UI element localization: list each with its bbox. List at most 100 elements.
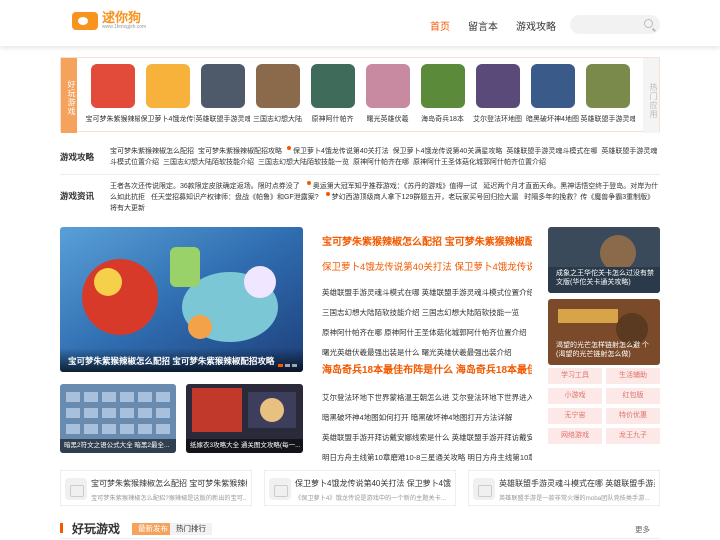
site-logo[interactable]: 逑你狗 www.1fenxgjsh.com bbox=[72, 11, 146, 30]
hot-game-name[interactable]: 保卫萝卜4饿龙传说第40关 bbox=[141, 114, 195, 124]
game-app-icon[interactable] bbox=[585, 64, 630, 108]
more-link[interactable]: 更多 bbox=[635, 524, 650, 535]
hot-game-name[interactable]: 暗黑破坏神4地图 bbox=[526, 114, 580, 124]
search-input[interactable] bbox=[570, 15, 660, 34]
game-app-icon[interactable] bbox=[255, 64, 300, 108]
thumb-card[interactable]: 纸嫁衣3攻略大全 通关图文攻略(每一... bbox=[186, 384, 303, 453]
banner-dot[interactable] bbox=[292, 364, 297, 367]
guide-link[interactable]: 宝可梦朱紫猴辣椒配招攻略 bbox=[198, 148, 282, 155]
side-feature[interactable]: 渴望的光芒怎样链射怎么避 个(渴望的光芒链射怎么做) bbox=[548, 299, 660, 365]
game-app-icon[interactable] bbox=[310, 64, 355, 108]
category-tag[interactable]: 学习工具 bbox=[548, 368, 602, 384]
guide-link[interactable]: 宝可梦朱紫猴辣椒怎么配招 bbox=[110, 148, 194, 155]
game-app-icon[interactable] bbox=[365, 64, 410, 108]
thumb-card[interactable]: 暗黑2符文之语公式大全 暗黑2最全... bbox=[60, 384, 176, 453]
news-link[interactable]: 王者各次还传说限定。36款限定皮肤确定返场。限时点券没了 bbox=[110, 183, 300, 190]
guide-row: 游戏攻略 宝可梦朱紫猴辣椒怎么配招 宝可梦朱紫猴辣椒配招攻略 保卫萝卜4饿龙传说第… bbox=[60, 143, 660, 175]
card-desc: 英雄联盟手游是一款非常火爆的moba团队竞技类手游... bbox=[499, 495, 650, 502]
banner-dot[interactable] bbox=[278, 364, 283, 367]
guide-link[interactable]: 三国志幻想大陆陌软技能介绍 bbox=[163, 159, 254, 166]
news-link[interactable]: 任天堂招募知识产权律师：盘战《帕鲁》和GF泄露案? bbox=[151, 194, 319, 201]
news-item[interactable]: 明日方舟主线第10章磨难10-8三星通关攻略 明日方舟主线第10章 bbox=[322, 448, 532, 468]
hot-game-name[interactable]: 曙光英雄伏羲 bbox=[361, 114, 415, 124]
news-item[interactable]: 英雄联盟手游开拜访戴安娜线索是什么 英雄联盟手游开拜访戴安娜线索 bbox=[322, 428, 532, 448]
hot-game-item[interactable]: 艾尔登法环地图 bbox=[470, 64, 525, 124]
news-headline[interactable]: 保卫萝卜4饿龙传说第40关打法 保卫萝卜4饿龙传说第40关满星攻略 bbox=[322, 261, 532, 275]
card-title[interactable]: 宝可梦朱紫猴辣椒怎么配招 宝可梦朱紫猴辣椒配招攻略 bbox=[91, 478, 247, 489]
image-placeholder-icon bbox=[269, 478, 291, 500]
hot-game-item[interactable]: 海岛奇兵18本 bbox=[415, 64, 470, 124]
news-link[interactable]: 梦幻西游顶级商人拿下129群题五开，老玩家买号回归捡大漏 bbox=[332, 194, 519, 201]
category-tag[interactable]: 特价优惠 bbox=[606, 408, 660, 424]
hot-game-item[interactable]: 原神阿什帕齐 bbox=[305, 64, 360, 124]
search-icon[interactable] bbox=[644, 19, 653, 28]
new-badge bbox=[287, 146, 291, 150]
guide-link[interactable]: 原神阿什王圣体菇化城郭阿什帕齐位置介绍 bbox=[413, 159, 546, 166]
hot-game-item[interactable]: 曙光英雄伏羲 bbox=[360, 64, 415, 124]
guide-link[interactable]: 英雄联盟手游灵魂斗模式在哪 bbox=[506, 148, 597, 155]
game-app-icon[interactable] bbox=[145, 64, 190, 108]
game-app-icon[interactable] bbox=[475, 64, 520, 108]
guide-link[interactable]: 原神阿什帕齐在哪 bbox=[353, 159, 409, 166]
news-item[interactable]: 曙光英雄伏羲最强出装是什么 曙光英雄伏羲最强出装介绍 bbox=[322, 343, 532, 363]
banner-dot[interactable] bbox=[285, 364, 290, 367]
guide-link[interactable]: 保卫萝卜4饿龙传说第40关满星攻略 bbox=[393, 148, 503, 155]
news-headline[interactable]: 海岛奇兵18本最佳布阵是什么 海岛奇兵18本最佳布阵推荐 bbox=[322, 364, 532, 378]
hot-game-name[interactable]: 原神阿什帕齐 bbox=[306, 114, 360, 124]
card-title[interactable]: 保卫萝卜4饿龙传说第40关打法 保卫萝卜4饿龙传说第40关满星攻略 bbox=[295, 478, 451, 489]
game-app-icon[interactable] bbox=[530, 64, 575, 108]
hot-game-item[interactable]: 暗黑破坏神4地图 bbox=[525, 64, 580, 124]
tab-hot[interactable]: 热门排行 bbox=[170, 523, 212, 535]
tab-latest[interactable]: 最新发布 bbox=[132, 523, 174, 535]
side-caption[interactable]: 渴望的光芒怎样链射怎么避 个(渴望的光芒链射怎么做) bbox=[556, 341, 654, 359]
hot-game-item[interactable]: 宝可梦朱紫猴辣椒怎么配招 bbox=[85, 64, 140, 124]
hot-game-name[interactable]: 英雄联盟手游灵魂 bbox=[581, 114, 635, 124]
thumb-caption[interactable]: 纸嫁衣3攻略大全 通关图文攻略(每一... bbox=[186, 439, 303, 453]
category-tag[interactable]: 龙王九子 bbox=[606, 428, 660, 444]
article-card[interactable]: 保卫萝卜4饿龙传说第40关打法 保卫萝卜4饿龙传说第40关满星攻略《保卫萝卜4》… bbox=[264, 470, 456, 506]
nav-home[interactable]: 首页 bbox=[430, 18, 450, 33]
featured-banner[interactable]: 宝可梦朱紫猴辣椒怎么配招 宝可梦朱紫猴辣椒配招攻略 bbox=[60, 227, 303, 372]
game-app-icon[interactable] bbox=[90, 64, 135, 108]
side-caption[interactable]: 成象之王华佗关卡怎么过没有禁文版(华佗关卡通关攻略) bbox=[556, 269, 654, 287]
hot-games-tab[interactable]: 好玩游戏 bbox=[61, 58, 77, 133]
nav-guides[interactable]: 游戏攻略 bbox=[516, 18, 556, 33]
hot-game-item[interactable]: 三国志幻想大陆 bbox=[250, 64, 305, 124]
hot-game-name[interactable]: 海岛奇兵18本 bbox=[416, 114, 470, 124]
category-tag[interactable]: 无宁宙 bbox=[548, 408, 602, 424]
game-app-icon[interactable] bbox=[200, 64, 245, 108]
hot-game-name[interactable]: 宝可梦朱紫猴辣椒怎么配招 bbox=[86, 114, 140, 124]
news-item[interactable]: 艾尔登法环地下世界蒙格温王朝怎么进 艾尔登法环地下世界进入方法 bbox=[322, 388, 532, 408]
hot-game-name[interactable]: 英雄联盟手游灵魂莲华 bbox=[196, 114, 250, 124]
category-tag[interactable]: 网络游戏 bbox=[548, 428, 602, 444]
hot-game-item[interactable]: 英雄联盟手游灵魂莲华 bbox=[195, 64, 250, 124]
article-card[interactable]: 英雄联盟手游灵魂斗模式在哪 英雄联盟手游灵魂斗模式位置介绍英雄联盟手游是一款非常… bbox=[468, 470, 660, 506]
news-list: 宝可梦朱紫猴辣椒怎么配招 宝可梦朱紫猴辣椒配招攻略 保卫萝卜4饿龙传说第40关打… bbox=[314, 227, 539, 465]
news-item[interactable]: 原神阿什帕齐在哪 原神阿什王圣体菇化城郭阿什帕齐位置介绍 bbox=[322, 323, 532, 343]
nav-guestbook[interactable]: 留言本 bbox=[468, 18, 498, 33]
thumb-caption[interactable]: 暗黑2符文之语公式大全 暗黑2最全... bbox=[60, 439, 176, 453]
article-cards: 宝可梦朱紫猴辣椒怎么配招 宝可梦朱紫猴辣椒配招攻略宝可梦朱紫猴辣椒怎么配招?猴辣… bbox=[60, 470, 660, 506]
news-item[interactable]: 英雄联盟手游灵魂斗模式在哪 英雄联盟手游灵魂斗模式位置介绍 bbox=[322, 283, 532, 303]
hot-game-name[interactable]: 三国志幻想大陆 bbox=[251, 114, 305, 124]
game-app-icon[interactable] bbox=[420, 64, 465, 108]
guide-link[interactable]: 三国志幻想大陆陌软技能一览 bbox=[258, 159, 349, 166]
hot-game-item[interactable]: 英雄联盟手游灵魂 bbox=[580, 64, 635, 124]
hot-apps-tab[interactable]: 热门应用 bbox=[643, 58, 659, 133]
hot-game-item[interactable]: 保卫萝卜4饿龙传说第40关 bbox=[140, 64, 195, 124]
card-desc: 《保卫萝卜4》饿龙传说是游戏中的一个新的主题关卡... bbox=[295, 495, 446, 502]
news-item[interactable]: 暗黑破坏神4地图如何打开 暗黑破坏神4地图打开方法详解 bbox=[322, 408, 532, 428]
side-feature[interactable]: 成象之王华佗关卡怎么过没有禁文版(华佗关卡通关攻略) bbox=[548, 227, 660, 293]
news-headline[interactable]: 宝可梦朱紫猴辣椒怎么配招 宝可梦朱紫猴辣椒配招攻略 bbox=[322, 236, 532, 250]
guide-link[interactable]: 保卫萝卜4饿龙传说第40关打法 bbox=[293, 148, 389, 155]
banner-caption[interactable]: 宝可梦朱紫猴辣椒怎么配招 宝可梦朱紫猴辣椒配招攻略 bbox=[60, 348, 303, 372]
article-card[interactable]: 宝可梦朱紫猴辣椒怎么配招 宝可梦朱紫猴辣椒配招攻略宝可梦朱紫猴辣椒怎么配招?猴辣… bbox=[60, 470, 252, 506]
hot-game-name[interactable]: 艾尔登法环地图 bbox=[471, 114, 525, 124]
news-item[interactable]: 三国志幻想大陆陌软技能介绍 三国志幻想大陆陌软技能一览 bbox=[322, 303, 532, 323]
category-tag[interactable]: 红包版 bbox=[606, 388, 660, 404]
top-bar: 逑你狗 www.1fenxgjsh.com 首页 留言本 游戏攻略 bbox=[0, 0, 720, 46]
card-title[interactable]: 英雄联盟手游灵魂斗模式在哪 英雄联盟手游灵魂斗模式位置介绍 bbox=[499, 478, 655, 489]
category-tag[interactable]: 小游戏 bbox=[548, 388, 602, 404]
category-tag[interactable]: 生活辅助 bbox=[606, 368, 660, 384]
news-link[interactable]: 奥运第大冠军知乎推荐游戏：《苏丹的游戏》值得一试 bbox=[313, 183, 478, 190]
